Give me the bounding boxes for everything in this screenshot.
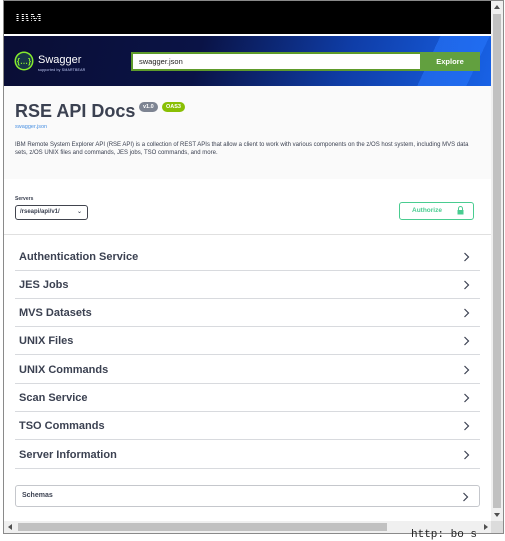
authorize-button[interactable]: Authorize [399, 202, 474, 220]
tag-label: Authentication Service [19, 251, 139, 263]
horizontal-scroll-thumb[interactable] [18, 523, 387, 531]
api-description: IBM Remote System Explorer API (RSE API)… [15, 142, 469, 156]
chevron-right-icon [464, 336, 470, 346]
swagger-brand: Swagger [38, 54, 82, 66]
authorize-label: Authorize [412, 207, 442, 214]
swagger-topbar: {…} Swagger supported by SMARTBEAR swagg… [4, 36, 491, 86]
chevron-right-icon [464, 308, 470, 318]
tag-label: UNIX Files [19, 335, 74, 347]
scrollbar-corner [491, 521, 503, 533]
schemas-section[interactable]: Schemas [15, 485, 480, 507]
chevron-right-icon [464, 365, 470, 375]
scroll-up-arrow-icon[interactable] [494, 5, 500, 9]
scroll-right-arrow-icon[interactable] [484, 524, 488, 530]
page-title: RSE API Docs [15, 101, 136, 121]
svg-text:{…}: {…} [17, 57, 31, 66]
tag-server-information[interactable]: Server Information [15, 441, 480, 469]
chevron-right-icon [464, 252, 470, 262]
spec-url-input[interactable]: swagger.json [131, 52, 420, 71]
tag-jes-jobs[interactable]: JES Jobs [15, 271, 480, 299]
chevron-right-icon [464, 450, 470, 460]
ibm-header-bar: IBM [4, 1, 491, 34]
scroll-left-arrow-icon[interactable] [8, 524, 12, 530]
vertical-scroll-thumb[interactable] [493, 14, 501, 508]
servers-label: Servers [15, 196, 34, 202]
tag-scan-service[interactable]: Scan Service [15, 384, 480, 412]
spec-link[interactable]: swagger.json [15, 124, 47, 130]
tag-label: JES Jobs [19, 279, 69, 291]
swagger-logo-icon[interactable]: {…} [14, 51, 34, 71]
tag-label: Scan Service [19, 392, 88, 404]
vertical-scrollbar[interactable] [491, 1, 503, 521]
lock-icon [457, 206, 464, 215]
schemas-label: Schemas [22, 492, 53, 499]
tag-tso-commands[interactable]: TSO Commands [15, 412, 480, 440]
tag-mvs-datasets[interactable]: MVS Datasets [15, 299, 480, 327]
tag-authentication-service[interactable]: Authentication Service [15, 243, 480, 271]
tag-label: MVS Datasets [19, 307, 92, 319]
swagger-brand-sub: supported by SMARTBEAR [38, 68, 86, 72]
ibm-logo: IBM [15, 10, 43, 25]
tag-label: TSO Commands [19, 420, 105, 432]
chevron-right-icon [464, 280, 470, 290]
background-text: http: bo s [411, 529, 478, 541]
oas-badge: OAS3 [162, 102, 185, 112]
servers-select[interactable]: /rseapi/api/v1/ ⌄ [15, 205, 88, 220]
chevron-right-icon [463, 492, 469, 502]
chevron-right-icon [464, 421, 470, 431]
section-divider [4, 234, 491, 235]
browser-window: IBM {…} Swagger supported by SMARTBEAR s… [3, 0, 504, 534]
scroll-down-arrow-icon[interactable] [494, 513, 500, 517]
api-info-section: RSE API Docs v1.0 OAS3 swagger.json IBM … [4, 86, 491, 179]
servers-selected-value: /rseapi/api/v1/ [20, 209, 60, 215]
explore-button[interactable]: Explore [420, 52, 480, 71]
chevron-right-icon [464, 393, 470, 403]
tag-unix-files[interactable]: UNIX Files [15, 327, 480, 355]
tag-label: UNIX Commands [19, 364, 109, 376]
tag-unix-commands[interactable]: UNIX Commands [15, 356, 480, 384]
tag-label: Server Information [19, 449, 117, 461]
chevron-down-icon: ⌄ [76, 209, 82, 215]
version-badge: v1.0 [139, 102, 158, 112]
